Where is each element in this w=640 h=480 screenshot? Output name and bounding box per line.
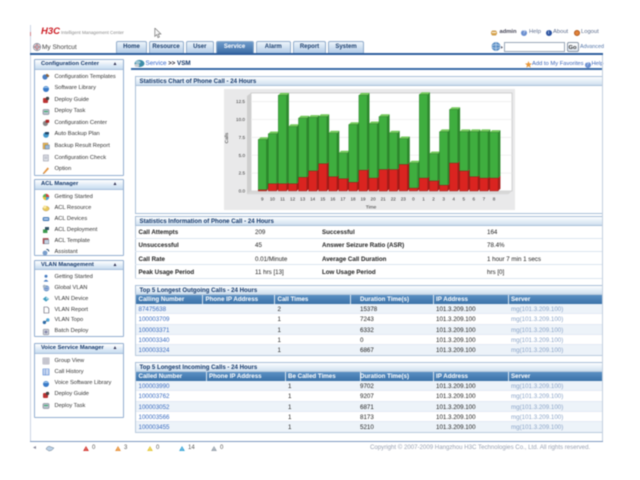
svg-text:12.5: 12.5 [236, 99, 245, 104]
svg-text:10.0: 10.0 [236, 117, 245, 122]
svg-text:!: ! [150, 447, 151, 451]
svg-text:19: 19 [360, 197, 366, 202]
svg-text:21: 21 [380, 197, 386, 202]
svg-text:0: 0 [412, 197, 415, 202]
svg-text:22: 22 [390, 197, 396, 202]
svg-text:6: 6 [472, 197, 475, 202]
svg-text:1: 1 [422, 197, 425, 202]
svg-text:20: 20 [370, 197, 376, 202]
svg-text:0.0: 0.0 [238, 189, 245, 194]
svg-text:!: ! [182, 447, 183, 451]
svg-text:Time: Time [365, 205, 376, 211]
svg-text:8: 8 [492, 197, 495, 202]
svg-text:10: 10 [269, 197, 275, 202]
svg-text:17: 17 [340, 197, 346, 202]
svg-text:5: 5 [462, 197, 465, 202]
svg-text:13: 13 [300, 197, 306, 202]
svg-text:16: 16 [330, 197, 336, 202]
svg-text:!: ! [118, 447, 119, 451]
svg-text:18: 18 [350, 197, 356, 202]
svg-text:Calls: Calls [224, 132, 230, 143]
svg-text:2.5: 2.5 [238, 171, 245, 176]
svg-text:7: 7 [482, 197, 485, 202]
svg-text:!: ! [86, 447, 87, 451]
svg-text:2: 2 [432, 197, 435, 202]
svg-text:7.5: 7.5 [238, 135, 245, 140]
svg-text:14: 14 [310, 197, 316, 202]
svg-text:23: 23 [400, 197, 406, 202]
svg-text:4: 4 [452, 197, 455, 202]
svg-text:5.0: 5.0 [238, 153, 245, 158]
svg-text:9: 9 [261, 197, 264, 202]
svg-text:12: 12 [290, 197, 296, 202]
svg-text:3: 3 [442, 197, 445, 202]
svg-text:!: ! [214, 447, 215, 451]
svg-text:15: 15 [320, 197, 326, 202]
svg-text:11: 11 [280, 197, 285, 202]
